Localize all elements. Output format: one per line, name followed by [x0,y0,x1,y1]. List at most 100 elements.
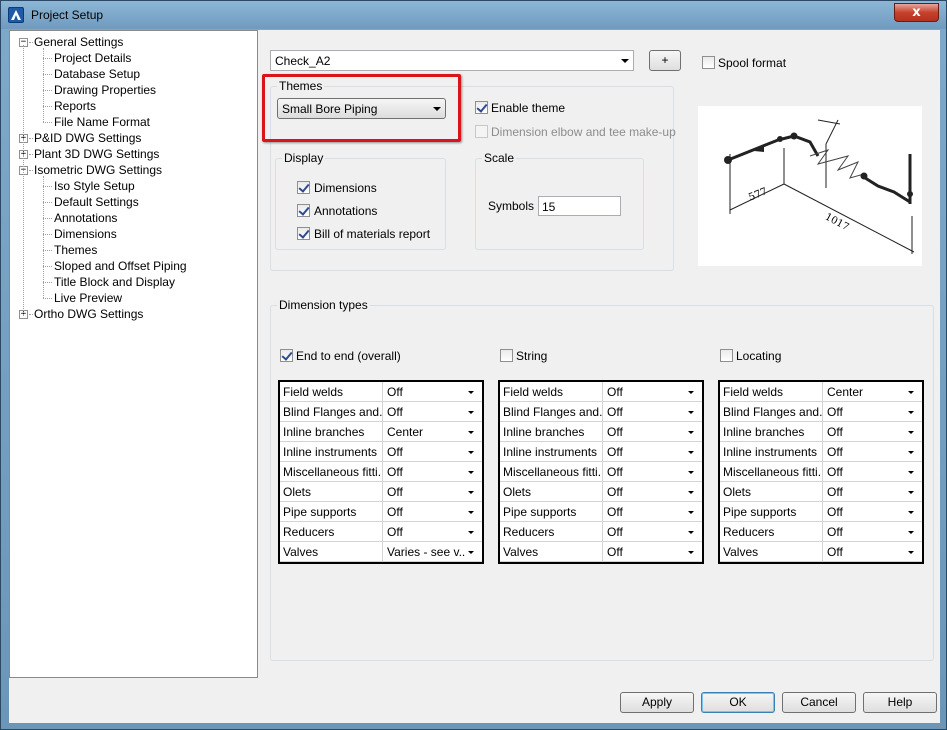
row-value-select[interactable]: Off [823,422,905,441]
row-name: Field welds [500,382,603,401]
row-value-select[interactable]: Off [603,422,685,441]
tree-item[interactable]: Annotations [54,210,117,226]
chevron-down-icon[interactable] [684,405,698,419]
tree-item[interactable]: Database Setup [54,66,140,82]
tree-item[interactable]: Ortho DWG Settings [34,306,143,322]
row-value-select[interactable]: Off [823,542,905,561]
chevron-down-icon[interactable] [904,405,918,419]
tree-item[interactable]: P&ID DWG Settings [34,130,141,146]
dimension-type-checkbox[interactable] [720,349,733,362]
row-value-select[interactable]: Off [383,502,465,521]
row-value-select[interactable]: Off [383,482,465,501]
row-value-select[interactable]: Varies - see v... [383,542,465,561]
iso-style-combo[interactable]: Check_A2 [270,50,634,71]
chevron-down-icon[interactable] [904,425,918,439]
tree-item[interactable]: Default Settings [54,194,139,210]
bom-checkbox[interactable] [297,227,310,240]
add-style-button[interactable]: + [649,50,681,71]
cancel-button[interactable]: Cancel [782,692,856,713]
row-value-select[interactable]: Off [383,402,465,421]
tree-item[interactable]: General Settings [34,34,123,50]
tree-item[interactable]: Plant 3D DWG Settings [34,146,159,162]
chevron-down-icon[interactable] [464,425,478,439]
chevron-down-icon[interactable] [684,545,698,559]
tree-item[interactable]: Sloped and Offset Piping [54,258,187,274]
row-value-select[interactable]: Off [603,502,685,521]
row-value-select[interactable]: Center [823,382,905,401]
row-name: Reducers [720,522,823,541]
row-name: Valves [500,542,603,561]
row-value-select[interactable]: Off [383,382,465,401]
row-value-select[interactable]: Off [823,442,905,461]
tree-item[interactable]: Live Preview [54,290,122,306]
row-value-select[interactable]: Off [383,442,465,461]
chevron-down-icon[interactable] [464,385,478,399]
chevron-down-icon[interactable] [904,465,918,479]
tree-item[interactable]: Reports [54,98,96,114]
settings-tree[interactable]: − General Settings Project Details Database… [9,30,258,678]
tree-item[interactable]: File Name Format [54,114,150,130]
chevron-down-icon[interactable] [464,445,478,459]
chevron-down-icon[interactable] [684,525,698,539]
table-row: Reducers Off [500,522,702,542]
annotations-checkbox[interactable] [297,204,310,217]
dimension-elbow-checkbox[interactable] [475,125,488,138]
row-value-select[interactable]: Center [383,422,465,441]
row-value-select[interactable]: Off [603,402,685,421]
chevron-down-icon[interactable] [684,445,698,459]
chevron-down-icon[interactable] [904,525,918,539]
chevron-down-icon[interactable] [904,445,918,459]
spool-format-checkbox[interactable] [702,56,715,69]
chevron-down-icon[interactable] [904,385,918,399]
row-value-select[interactable]: Off [383,462,465,481]
row-value-select[interactable]: Off [603,442,685,461]
chevron-down-icon[interactable] [904,485,918,499]
enable-theme-checkbox[interactable] [475,101,488,114]
row-value-select[interactable]: Off [823,482,905,501]
row-value-select[interactable]: Off [603,482,685,501]
chevron-down-icon[interactable] [464,545,478,559]
chevron-down-icon[interactable] [684,425,698,439]
dimension-type-checkbox[interactable] [500,349,513,362]
chevron-down-icon[interactable] [904,545,918,559]
tree-item[interactable]: Title Block and Display [54,274,175,290]
help-button[interactable]: Help [863,692,937,713]
tree-item[interactable]: Project Details [54,50,131,66]
tree-item[interactable]: Iso Style Setup [54,178,135,194]
chevron-down-icon[interactable] [684,465,698,479]
chevron-down-icon[interactable] [464,405,478,419]
tree-item[interactable]: Themes [54,242,97,258]
row-name: Inline instruments [500,442,603,461]
tree-item[interactable]: Drawing Properties [54,82,156,98]
tree-item[interactable]: Isometric DWG Settings [34,162,162,178]
chevron-down-icon[interactable] [464,485,478,499]
chevron-down-icon[interactable] [464,465,478,479]
dimensions-checkbox[interactable] [297,181,310,194]
chevron-down-icon[interactable] [684,485,698,499]
symbols-input[interactable]: 15 [538,196,621,216]
chevron-down-icon[interactable] [684,385,698,399]
row-value-select[interactable]: Off [823,402,905,421]
row-value-select[interactable]: Off [383,522,465,541]
spool-format-label: Spool format [718,56,787,70]
row-value-select[interactable]: Off [603,382,685,401]
tree-connector [43,282,52,283]
row-value-select[interactable]: Off [603,542,685,561]
row-value-select[interactable]: Off [823,502,905,521]
chevron-down-icon[interactable] [464,525,478,539]
dimension-type-checkbox[interactable] [280,349,293,362]
chevron-down-icon[interactable] [904,505,918,519]
tree-item[interactable]: Dimensions [54,226,117,242]
row-name: Olets [280,482,383,501]
title-bar[interactable]: Project Setup x [1,1,946,29]
chevron-down-icon[interactable] [684,505,698,519]
chevron-down-icon[interactable] [464,505,478,519]
apply-button[interactable]: Apply [620,692,694,713]
row-value-select[interactable]: Off [823,522,905,541]
ok-button[interactable]: OK [701,692,775,713]
close-button[interactable]: x [894,3,939,22]
row-value-select[interactable]: Off [603,462,685,481]
row-value-select[interactable]: Off [823,462,905,481]
row-value-select[interactable]: Off [603,522,685,541]
display-group-title: Display [282,151,326,165]
